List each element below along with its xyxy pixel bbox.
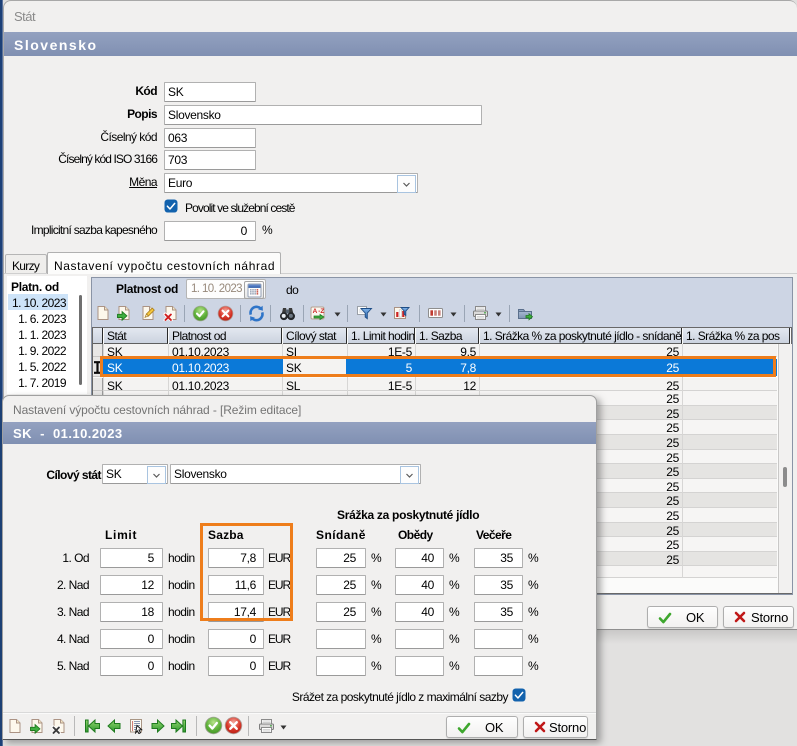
svg-text:A: A bbox=[313, 308, 318, 315]
svg-text:-Z: -Z bbox=[318, 308, 324, 315]
